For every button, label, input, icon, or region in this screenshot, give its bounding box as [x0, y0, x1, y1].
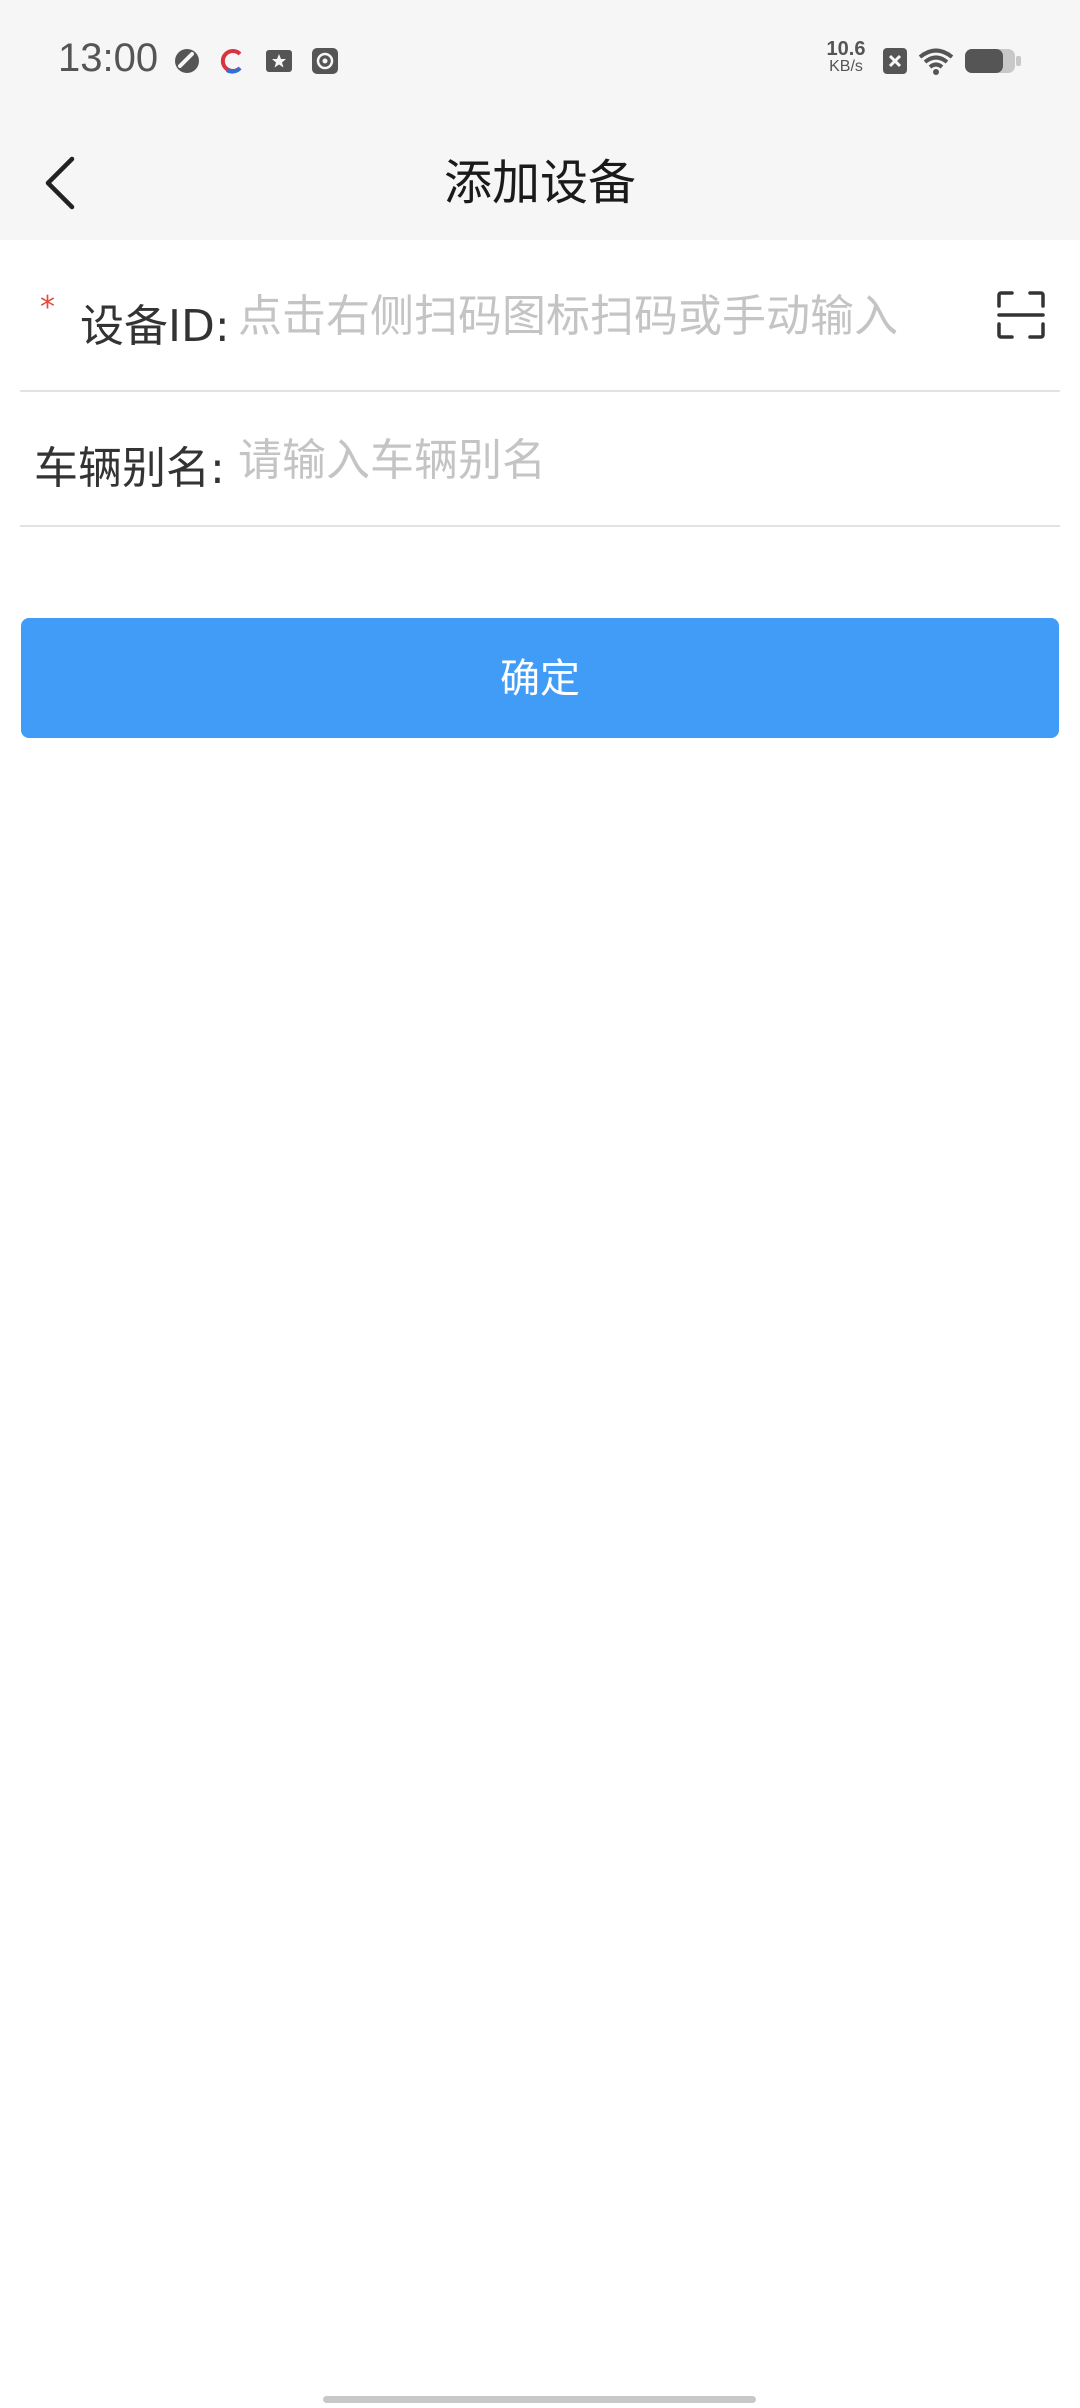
nav-bar: 添加设备 [0, 125, 1080, 240]
home-indicator[interactable] [323, 2396, 756, 2403]
star-app-icon [266, 50, 292, 72]
device-id-input[interactable] [238, 284, 938, 348]
c-app-icon [220, 49, 242, 74]
close-box-icon [883, 48, 907, 74]
device-id-row: * 设备ID: [20, 240, 1060, 392]
device-id-label: 设备ID: [80, 301, 230, 352]
vehicle-alias-row: 车辆别名: [20, 392, 1060, 527]
battery-icon [965, 49, 1021, 73]
link-app-icon [175, 49, 199, 73]
vehicle-alias-label: 车辆别名: [34, 443, 225, 494]
status-time: 13:00 [58, 36, 159, 80]
wifi-icon [918, 48, 954, 75]
required-mark: * [40, 290, 55, 325]
add-device-page: 13:00 10.6 KB/s 添加设备 * 设备ID: 点击右侧扫码图标扫码或… [0, 0, 1080, 2408]
vehicle-alias-input[interactable] [238, 428, 1038, 492]
confirm-button[interactable]: 确定 [21, 618, 1059, 738]
page-title: 添加设备 [443, 155, 636, 211]
status-bar: 13:00 10.6 KB/s [0, 0, 1080, 125]
network-speed: 10.6 KB/s [826, 38, 866, 75]
scan-icon [997, 291, 1045, 339]
settings-app-icon [312, 48, 338, 74]
scan-button[interactable] [996, 290, 1046, 340]
